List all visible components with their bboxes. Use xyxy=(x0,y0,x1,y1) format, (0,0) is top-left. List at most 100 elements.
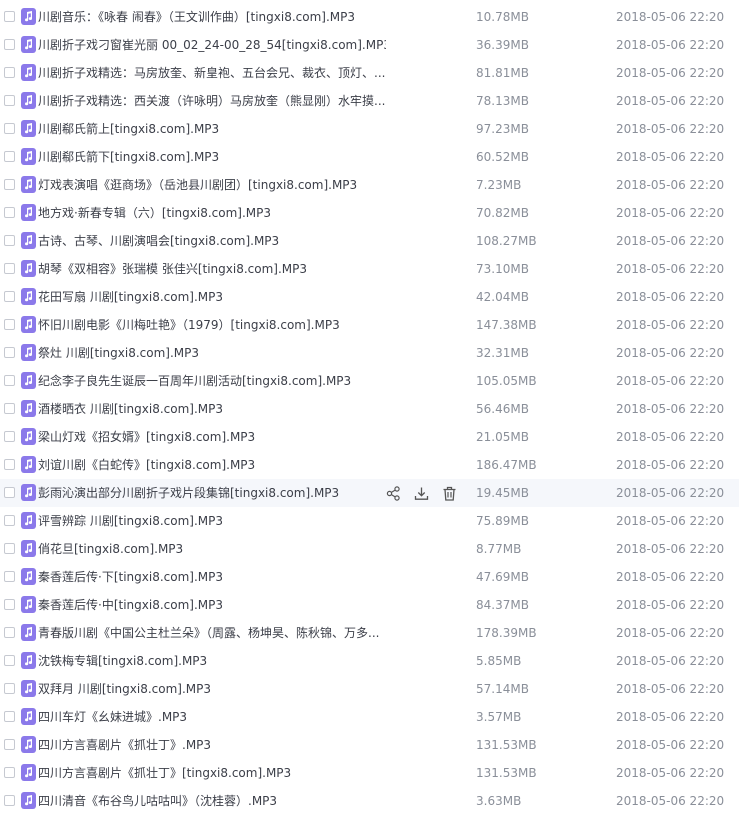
row-checkbox[interactable] xyxy=(4,95,15,106)
row-checkbox[interactable] xyxy=(4,431,15,442)
file-row[interactable]: 四川车灯《幺妹进城》.MP3 3.57MB 2018-05-06 22:20 xyxy=(0,703,739,731)
file-name[interactable]: 秦香莲后传·下[tingxi8.com].MP3 xyxy=(38,563,223,591)
file-size: 97.23MB xyxy=(476,122,529,136)
file-row[interactable]: 秦香莲后传·中[tingxi8.com].MP3 84.37MB 2018-05-0… xyxy=(0,591,739,619)
file-name[interactable]: 评雪辨踪 川剧[tingxi8.com].MP3 xyxy=(38,507,223,535)
file-row[interactable]: 祭灶 川剧[tingxi8.com].MP3 32.31MB 2018-05-06 … xyxy=(0,339,739,367)
file-name[interactable]: 四川方言喜剧片《抓壮丁》[tingxi8.com].MP3 xyxy=(38,759,291,787)
row-checkbox[interactable] xyxy=(4,39,15,50)
file-name[interactable]: 彭雨沁演出部分川剧折子戏片段集锦[tingxi8.com].MP3 xyxy=(38,479,339,507)
file-row[interactable]: 古诗、古琴、川剧演唱会[tingxi8.com].MP3 108.27MB 2018… xyxy=(0,227,739,255)
file-row[interactable]: 川剧折子戏精选：西关渡（许咏明）马房放奎（熊显刚）水牢摸... 78.13MB 20… xyxy=(0,87,739,115)
file-row[interactable]: 双拜月 川剧[tingxi8.com].MP3 57.14MB 2018-05-06… xyxy=(0,675,739,703)
file-name[interactable]: 川剧折子戏精选：西关渡（许咏明）马房放奎（熊显刚）水牢摸... xyxy=(38,87,385,115)
file-name[interactable]: 四川清音《布谷鸟儿咕咕叫》（沈桂蓉）.MP3 xyxy=(38,787,277,815)
file-row[interactable]: 纪念李子良先生诞辰一百周年川剧活动[tingxi8.com].MP3 105.05… xyxy=(0,367,739,395)
file-row[interactable]: 俏花旦[tingxi8.com].MP3 8.77MB 2018-05-06 22:… xyxy=(0,535,739,563)
share-icon[interactable] xyxy=(386,486,401,501)
row-checkbox[interactable] xyxy=(4,487,15,498)
file-row[interactable]: 四川方言喜剧片《抓壮丁》.MP3 131.53MB 2018-05-06 22:20 xyxy=(0,731,739,759)
file-name[interactable]: 四川车灯《幺妹进城》.MP3 xyxy=(38,703,187,731)
file-row[interactable]: 川剧郗氏箭下[tingxi8.com].MP3 60.52MB 2018-05-06… xyxy=(0,143,739,171)
row-checkbox[interactable] xyxy=(4,795,15,806)
file-row[interactable]: 川剧音乐：《咏春 闹春》（王文训作曲）[tingxi8.com].MP3 10.7… xyxy=(0,3,739,31)
row-checkbox[interactable] xyxy=(4,263,15,274)
row-checkbox[interactable] xyxy=(4,179,15,190)
file-row[interactable]: 彭雨沁演出部分川剧折子戏片段集锦[tingxi8.com].MP3 19.45MB… xyxy=(0,479,739,507)
file-row[interactable]: 刘谊川剧《白蛇传》[tingxi8.com].MP3 186.47MB 2018-0… xyxy=(0,451,739,479)
file-row[interactable]: 四川方言喜剧片《抓壮丁》[tingxi8.com].MP3 131.53MB 201… xyxy=(0,759,739,787)
file-row[interactable]: 秦香莲后传·下[tingxi8.com].MP3 47.69MB 2018-05-0… xyxy=(0,563,739,591)
row-checkbox[interactable] xyxy=(4,543,15,554)
file-name[interactable]: 梁山灯戏《招女婿》[tingxi8.com].MP3 xyxy=(38,423,255,451)
file-name[interactable]: 川剧郗氏箭上[tingxi8.com].MP3 xyxy=(38,115,219,143)
file-name[interactable]: 怀旧川剧电影《川梅吐艳》（1979）[tingxi8.com].MP3 xyxy=(38,311,340,339)
row-checkbox[interactable] xyxy=(4,403,15,414)
file-row[interactable]: 川剧郗氏箭上[tingxi8.com].MP3 97.23MB 2018-05-06… xyxy=(0,115,739,143)
file-name[interactable]: 地方戏·新春专辑（六）[tingxi8.com].MP3 xyxy=(38,199,271,227)
file-name[interactable]: 灯戏表演唱《逛商场》（岳池县川剧团）[tingxi8.com].MP3 xyxy=(38,171,357,199)
row-checkbox[interactable] xyxy=(4,459,15,470)
file-row[interactable]: 川剧折子戏精选：马房放奎、新皇袍、五台会兄、裁衣、顶灯、... 81.81MB 20… xyxy=(0,59,739,87)
file-size: 75.89MB xyxy=(476,514,529,528)
file-name[interactable]: 青春版川剧《中国公主杜兰朵》（周露、杨坤昊、陈秋锦、万多... xyxy=(38,619,379,647)
row-checkbox[interactable] xyxy=(4,347,15,358)
file-size: 78.13MB xyxy=(476,94,529,108)
row-checkbox[interactable] xyxy=(4,655,15,666)
row-checkbox[interactable] xyxy=(4,207,15,218)
row-checkbox[interactable] xyxy=(4,67,15,78)
file-name[interactable]: 双拜月 川剧[tingxi8.com].MP3 xyxy=(38,675,211,703)
row-checkbox[interactable] xyxy=(4,123,15,134)
row-checkbox[interactable] xyxy=(4,711,15,722)
file-date: 2018-05-06 22:20 xyxy=(616,402,725,416)
row-checkbox[interactable] xyxy=(4,319,15,330)
file-name[interactable]: 古诗、古琴、川剧演唱会[tingxi8.com].MP3 xyxy=(38,227,279,255)
row-checkbox[interactable] xyxy=(4,291,15,302)
file-row[interactable]: 梁山灯戏《招女婿》[tingxi8.com].MP3 21.05MB 2018-05… xyxy=(0,423,739,451)
download-icon[interactable] xyxy=(414,486,429,501)
file-row[interactable]: 四川清音《布谷鸟儿咕咕叫》（沈桂蓉）.MP3 3.63MB 2018-05-06 2… xyxy=(0,787,739,815)
file-name[interactable]: 俏花旦[tingxi8.com].MP3 xyxy=(38,535,183,563)
file-name[interactable]: 沈铁梅专辑[tingxi8.com].MP3 xyxy=(38,647,207,675)
row-checkbox[interactable] xyxy=(4,11,15,22)
file-name[interactable]: 川剧郗氏箭下[tingxi8.com].MP3 xyxy=(38,143,219,171)
file-name[interactable]: 四川方言喜剧片《抓壮丁》.MP3 xyxy=(38,731,211,759)
file-row[interactable]: 地方戏·新春专辑（六）[tingxi8.com].MP3 70.82MB 2018-… xyxy=(0,199,739,227)
row-checkbox[interactable] xyxy=(4,235,15,246)
row-checkbox[interactable] xyxy=(4,515,15,526)
row-checkbox[interactable] xyxy=(4,767,15,778)
file-size: 36.39MB xyxy=(476,38,529,52)
row-checkbox[interactable] xyxy=(4,375,15,386)
row-checkbox[interactable] xyxy=(4,599,15,610)
file-date: 2018-05-06 22:20 xyxy=(616,794,725,808)
audio-file-icon xyxy=(21,540,36,557)
file-row[interactable]: 怀旧川剧电影《川梅吐艳》（1979）[tingxi8.com].MP3 147.3… xyxy=(0,311,739,339)
file-name[interactable]: 刘谊川剧《白蛇传》[tingxi8.com].MP3 xyxy=(38,451,255,479)
file-name[interactable]: 秦香莲后传·中[tingxi8.com].MP3 xyxy=(38,591,223,619)
file-date: 2018-05-06 22:20 xyxy=(616,38,725,52)
file-name[interactable]: 花田写扇 川剧[tingxi8.com].MP3 xyxy=(38,283,223,311)
file-name[interactable]: 酒楼晒衣 川剧[tingxi8.com].MP3 xyxy=(38,395,223,423)
file-name[interactable]: 祭灶 川剧[tingxi8.com].MP3 xyxy=(38,339,199,367)
file-row[interactable]: 评雪辨踪 川剧[tingxi8.com].MP3 75.89MB 2018-05-0… xyxy=(0,507,739,535)
file-row[interactable]: 川剧折子戏刁窗崔光丽 00_02_24-00_28_54[tingxi8.com… xyxy=(0,31,739,59)
file-size: 186.47MB xyxy=(476,458,537,472)
file-name[interactable]: 纪念李子良先生诞辰一百周年川剧活动[tingxi8.com].MP3 xyxy=(38,367,351,395)
file-row[interactable]: 胡琴《双相容》张瑞模 张佳兴[tingxi8.com].MP3 73.10MB 20… xyxy=(0,255,739,283)
file-row[interactable]: 青春版川剧《中国公主杜兰朵》（周露、杨坤昊、陈秋锦、万多... 178.39MB 2… xyxy=(0,619,739,647)
file-name[interactable]: 川剧折子戏刁窗崔光丽 00_02_24-00_28_54[tingxi8.com… xyxy=(38,31,386,59)
file-row[interactable]: 酒楼晒衣 川剧[tingxi8.com].MP3 56.46MB 2018-05-0… xyxy=(0,395,739,423)
file-name[interactable]: 川剧音乐：《咏春 闹春》（王文训作曲）[tingxi8.com].MP3 xyxy=(38,3,355,31)
row-checkbox[interactable] xyxy=(4,739,15,750)
delete-icon[interactable] xyxy=(442,486,457,501)
audio-file-icon xyxy=(21,764,36,781)
file-name[interactable]: 胡琴《双相容》张瑞模 张佳兴[tingxi8.com].MP3 xyxy=(38,255,307,283)
file-row[interactable]: 花田写扇 川剧[tingxi8.com].MP3 42.04MB 2018-05-0… xyxy=(0,283,739,311)
file-row[interactable]: 沈铁梅专辑[tingxi8.com].MP3 5.85MB 2018-05-06 2… xyxy=(0,647,739,675)
row-checkbox[interactable] xyxy=(4,683,15,694)
row-checkbox[interactable] xyxy=(4,571,15,582)
row-checkbox[interactable] xyxy=(4,151,15,162)
file-name[interactable]: 川剧折子戏精选：马房放奎、新皇袍、五台会兄、裁衣、顶灯、... xyxy=(38,59,385,87)
file-row[interactable]: 灯戏表演唱《逛商场》（岳池县川剧团）[tingxi8.com].MP3 7.23M… xyxy=(0,171,739,199)
row-checkbox[interactable] xyxy=(4,627,15,638)
